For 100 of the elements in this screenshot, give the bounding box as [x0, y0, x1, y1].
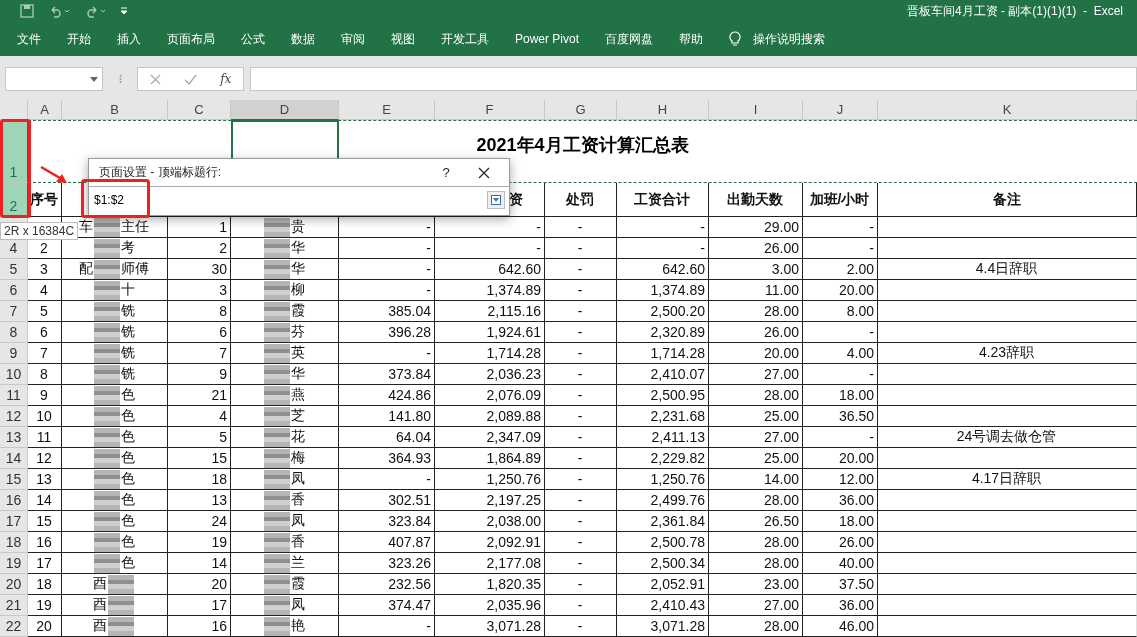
table-cell: 8: [28, 364, 62, 385]
ribbon-tab[interactable]: 插入: [117, 30, 155, 48]
ribbon-tab[interactable]: 审阅: [341, 30, 379, 48]
lightbulb-icon[interactable]: [729, 31, 742, 47]
row-header[interactable]: 6: [0, 280, 28, 301]
row-header[interactable]: 13: [0, 427, 28, 448]
blur-patch: [264, 532, 290, 552]
table-cell: 8.00: [803, 301, 878, 322]
blur-patch: [108, 574, 134, 594]
row-header[interactable]: 12: [0, 406, 28, 427]
table-cell: 色: [62, 511, 168, 532]
dropdown-icon[interactable]: [90, 76, 98, 82]
table-cell: 香: [231, 490, 339, 511]
table-cell: 20: [28, 616, 62, 637]
table-cell: 1,374.89: [617, 280, 709, 301]
ribbon-tab[interactable]: 数据: [291, 30, 329, 48]
table-cell: -: [339, 280, 435, 301]
blur-patch: [94, 511, 120, 531]
table-cell: 铣: [62, 364, 168, 385]
table-cell: 7: [168, 343, 231, 364]
row-header[interactable]: 5: [0, 259, 28, 280]
row-header[interactable]: 8: [0, 322, 28, 343]
column-header[interactable]: B: [62, 100, 168, 120]
table-cell: 1,250.76: [617, 469, 709, 490]
range-field[interactable]: $1:$2: [89, 186, 509, 212]
blur-patch: [94, 469, 120, 489]
column-header[interactable]: I: [709, 100, 803, 120]
table-cell: 7: [28, 343, 62, 364]
table-cell: 323.26: [339, 553, 435, 574]
select-all-corner[interactable]: [0, 100, 28, 120]
redo-icon[interactable]: [84, 4, 106, 18]
table-cell: 36.50: [803, 406, 878, 427]
column-header[interactable]: D: [231, 100, 339, 120]
table-cell: 28.00: [709, 553, 803, 574]
row-header[interactable]: 22: [0, 616, 28, 637]
ribbon-tab[interactable]: Power Pivot: [515, 32, 594, 46]
ribbon-tab[interactable]: 开始: [67, 30, 105, 48]
column-header[interactable]: A: [28, 100, 62, 120]
row-header[interactable]: 20: [0, 574, 28, 595]
table-cell: -: [545, 553, 617, 574]
table-cell: 18.00: [803, 385, 878, 406]
blur-patch: [94, 553, 120, 573]
row-header[interactable]: 16: [0, 490, 28, 511]
ribbon-tab[interactable]: 帮助: [679, 30, 718, 48]
column-heading: 备注: [878, 183, 1137, 217]
table-cell: 2,052.91: [617, 574, 709, 595]
column-header[interactable]: G: [545, 100, 617, 120]
row-header[interactable]: 18: [0, 532, 28, 553]
table-cell: 28.00: [709, 616, 803, 637]
table-cell: 9: [168, 364, 231, 385]
tell-me-search[interactable]: 操作说明搜索: [753, 30, 826, 48]
row-header[interactable]: 19: [0, 553, 28, 574]
collapse-dialog-button[interactable]: [487, 190, 505, 209]
table-cell: 柳: [231, 280, 339, 301]
customize-icon[interactable]: [120, 6, 128, 16]
blur-patch: [264, 616, 290, 636]
table-cell: 5: [168, 427, 231, 448]
column-heading: 处罚: [545, 183, 617, 217]
table-cell: 色: [62, 490, 168, 511]
formula-input[interactable]: [250, 67, 1137, 91]
ribbon-tab[interactable]: 页面布局: [167, 30, 229, 48]
row-header[interactable]: 4: [0, 238, 28, 259]
table-cell: 色: [62, 427, 168, 448]
table-cell: 26.00: [709, 238, 803, 259]
enter-icon[interactable]: [183, 73, 197, 85]
ribbon-tab[interactable]: 开发工具: [441, 30, 503, 48]
table-cell: 141.80: [339, 406, 435, 427]
row-header[interactable]: 7: [0, 301, 28, 322]
row-header[interactable]: 9: [0, 343, 28, 364]
column-header[interactable]: E: [339, 100, 435, 120]
ribbon-tab[interactable]: 百度网盘: [605, 30, 668, 48]
table-cell: 2,499.76: [617, 490, 709, 511]
column-header[interactable]: J: [803, 100, 878, 120]
dialog-title: 页面设置 - 顶端标题行:: [99, 164, 222, 181]
column-header[interactable]: C: [168, 100, 231, 120]
annotation-arrow: [40, 166, 68, 184]
table-cell: -: [545, 238, 617, 259]
ribbon-tab[interactable]: 公式: [241, 30, 279, 48]
row-header[interactable]: 11: [0, 385, 28, 406]
table-cell: 26.00: [803, 532, 878, 553]
blur-patch: [264, 343, 290, 363]
help-button[interactable]: ?: [431, 165, 461, 180]
table-cell: 642.60: [435, 259, 545, 280]
column-header[interactable]: H: [617, 100, 709, 120]
row-header[interactable]: 17: [0, 511, 28, 532]
table-cell: 30: [168, 259, 231, 280]
table-cell: 花: [231, 427, 339, 448]
save-icon[interactable]: [20, 4, 34, 18]
row-header[interactable]: 14: [0, 448, 28, 469]
column-header[interactable]: F: [435, 100, 545, 120]
ribbon-tab[interactable]: 视图: [391, 30, 429, 48]
insert-function-button[interactable]: fx: [220, 72, 232, 86]
cancel-icon[interactable]: [149, 73, 161, 85]
row-header[interactable]: 15: [0, 469, 28, 490]
row-header[interactable]: 21: [0, 595, 28, 616]
table-cell: 20.00: [803, 280, 878, 301]
ribbon-tab[interactable]: 文件: [17, 30, 55, 48]
column-header[interactable]: K: [878, 100, 1137, 120]
table-cell: 642.60: [617, 259, 709, 280]
row-header[interactable]: 10: [0, 364, 28, 385]
